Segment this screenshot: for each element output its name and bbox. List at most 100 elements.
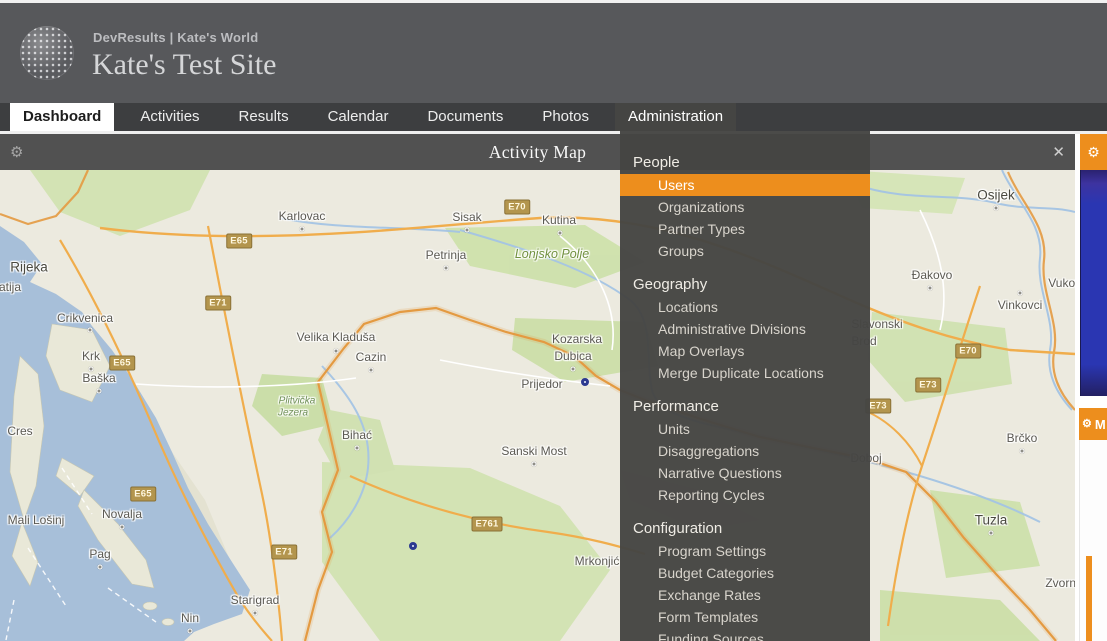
- road-badge: E65: [226, 233, 252, 249]
- map-place-label: Rijeka: [10, 259, 48, 275]
- devresults-logo[interactable]: [20, 26, 74, 80]
- town-dot: [927, 285, 933, 291]
- map-place-label: Velika Kladuša: [296, 330, 376, 344]
- map-place-label: Zvornik: [1045, 576, 1075, 590]
- menu-items: Program Settings Budget Categories Excha…: [620, 540, 870, 641]
- town-dot: [1017, 290, 1023, 296]
- menu-item[interactable]: Narrative Questions: [620, 462, 870, 484]
- menu-section-title: Configuration: [633, 520, 723, 537]
- nav-tab[interactable]: Calendar: [315, 103, 402, 131]
- panel-body-partial: [1079, 440, 1107, 641]
- menu-section: Geography Locations Administrative Divis…: [620, 273, 870, 384]
- road-badge: E73: [915, 377, 941, 393]
- map-place-label: Baška: [82, 371, 116, 385]
- map-place-label: Petrinja: [425, 248, 467, 262]
- menu-item[interactable]: Disaggregations: [620, 440, 870, 462]
- map-place-label: Prijedor: [521, 377, 563, 391]
- town-dot: [354, 445, 360, 451]
- town-dot: [119, 524, 125, 530]
- chart-bar: [1086, 556, 1092, 641]
- menu-section: People Users Organizations Partner Types…: [620, 151, 870, 262]
- town-dot: [96, 388, 102, 394]
- gear-icon: ⚙: [1082, 417, 1092, 430]
- nav-tab[interactable]: Activities: [127, 103, 212, 131]
- menu-item[interactable]: Groups: [620, 240, 870, 262]
- town-dot: [368, 367, 374, 373]
- menu-item[interactable]: Budget Categories: [620, 562, 870, 584]
- menu-items: Locations Administrative Divisions Map O…: [620, 296, 870, 384]
- road-badge: E70: [504, 199, 530, 215]
- town-dot: [252, 610, 258, 616]
- menu-item[interactable]: Map Overlays: [620, 340, 870, 362]
- menu-item[interactable]: Users: [620, 174, 870, 196]
- town-dot: [187, 628, 193, 634]
- town-dot: [557, 230, 563, 236]
- town-dot: [333, 348, 339, 354]
- panel-header-partial[interactable]: ⚙ M: [1079, 408, 1107, 440]
- map-place-label: Plitvička: [278, 395, 316, 407]
- map-canvas[interactable]: Karlovac Sisak Kutina Rijeka Opatija Pet…: [0, 170, 1075, 641]
- map-place-label: Pag: [89, 547, 111, 561]
- menu-item[interactable]: Locations: [620, 296, 870, 318]
- map-place-label: Brčko: [1006, 431, 1038, 445]
- map-place-label: Kutina: [541, 213, 577, 227]
- map-place-label: Cres: [7, 424, 33, 438]
- map-place-label: Sisak: [452, 210, 482, 224]
- activity-marker[interactable]: [581, 378, 589, 386]
- menu-section: Performance Units Disaggregations Narrat…: [620, 395, 870, 506]
- menu-item[interactable]: Reporting Cycles: [620, 484, 870, 506]
- town-dot: [1019, 448, 1025, 454]
- town-dot: [299, 226, 305, 232]
- map-place-label: Vinkovci: [997, 298, 1043, 312]
- map-place-label: Osijek: [977, 187, 1015, 203]
- menu-items: Units Disaggregations Narrative Question…: [620, 418, 870, 506]
- map-place-label: Opatija: [0, 280, 22, 294]
- town-dot: [464, 227, 470, 233]
- map-place-label: Crikvenica: [56, 311, 114, 325]
- menu-item[interactable]: Funding Sources: [620, 628, 870, 641]
- close-icon[interactable]: ✕: [1052, 143, 1065, 161]
- menu-section: Configuration Program Settings Budget Ca…: [620, 517, 870, 641]
- town-dot: [988, 530, 994, 536]
- menu-item[interactable]: Program Settings: [620, 540, 870, 562]
- nav-tab[interactable]: Documents: [414, 103, 516, 131]
- menu-section-title: Geography: [633, 276, 708, 293]
- nav-tab[interactable]: Results: [226, 103, 302, 131]
- map-place-label: Krk: [82, 349, 100, 363]
- nav-tab[interactable]: Administration: [615, 103, 737, 131]
- menu-section-title: Performance: [633, 398, 719, 415]
- brand-line: DevResults | Kate's World: [93, 30, 259, 45]
- gear-icon: ⚙: [1087, 144, 1100, 160]
- map-place-label: Starigrad: [230, 593, 280, 607]
- nav-tab[interactable]: Dashboard: [10, 103, 115, 131]
- menu-item[interactable]: Merge Duplicate Locations: [620, 362, 870, 384]
- menu-section-title: People: [633, 154, 680, 171]
- activity-marker[interactable]: [409, 542, 417, 550]
- town-dot: [443, 265, 449, 271]
- town-dot: [993, 205, 999, 211]
- town-dot: [97, 564, 103, 570]
- panel-gap: [1075, 396, 1107, 408]
- map-place-label: Mrkonjić: [574, 554, 620, 568]
- panel-title-partial: M: [1094, 416, 1106, 432]
- menu-item[interactable]: Organizations: [620, 196, 870, 218]
- map-place-label: Dubica: [554, 349, 592, 363]
- menu-item[interactable]: Units: [620, 418, 870, 440]
- menu-item[interactable]: Form Templates: [620, 606, 870, 628]
- town-dot: [87, 327, 93, 333]
- menu-item[interactable]: Exchange Rates: [620, 584, 870, 606]
- road-badge: E65: [130, 486, 156, 502]
- site-title: Kate's Test Site: [92, 48, 277, 81]
- activity-map-panel: ⚙ Activity Map ✕ Karlovac Sisak Kutina R…: [0, 131, 1075, 641]
- panel-settings-button[interactable]: ⚙: [1080, 134, 1107, 170]
- app-window: DevResults | Kate's World Kate's Test Si…: [0, 0, 1107, 641]
- menu-item[interactable]: Partner Types: [620, 218, 870, 240]
- nav-tab[interactable]: Photos: [529, 103, 602, 131]
- map-place-label: Nin: [180, 611, 200, 625]
- menu-item[interactable]: Administrative Divisions: [620, 318, 870, 340]
- right-panel-sliver: ⚙ ⚙ M: [1075, 131, 1107, 641]
- activity-map-title: Activity Map: [488, 142, 587, 162]
- map-place-label: Đakovo: [911, 268, 953, 282]
- town-dot: [570, 366, 576, 372]
- map-place-label: Bihać: [341, 428, 373, 442]
